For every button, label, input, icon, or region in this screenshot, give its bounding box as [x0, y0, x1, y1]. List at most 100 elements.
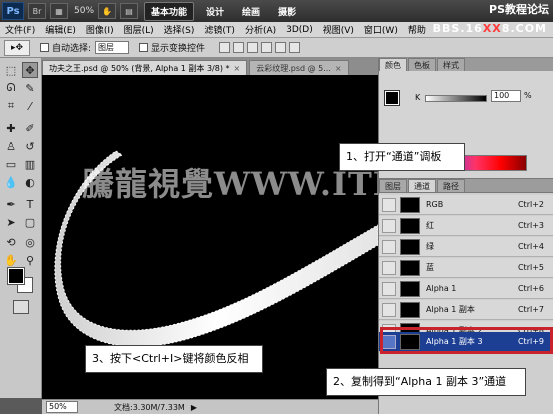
channel-row-blue[interactable]: 蓝 Ctrl+5	[379, 258, 553, 278]
visibility-toggle-icon[interactable]	[382, 281, 396, 296]
selected-channel-highlight	[380, 327, 553, 354]
bridge-icon[interactable]: Br	[28, 3, 46, 19]
doc-tab-inactive[interactable]: 云彩纹理.psd @ 5... ×	[249, 60, 349, 75]
visibility-toggle-icon[interactable]	[382, 239, 396, 254]
arrange-icon[interactable]: ▤	[120, 3, 139, 19]
eyedropper-tool-icon[interactable]: ⁄	[22, 98, 38, 114]
menu-analysis[interactable]: 分析(A)	[240, 23, 281, 36]
channel-thumbnail	[400, 280, 420, 297]
channel-row-alpha1[interactable]: Alpha 1 Ctrl+6	[379, 279, 553, 299]
quick-mask-icon[interactable]	[13, 300, 29, 314]
visibility-toggle-icon[interactable]	[382, 260, 396, 275]
align-left-icon[interactable]	[261, 42, 273, 53]
close-icon[interactable]: ×	[335, 64, 342, 73]
tools-panel: ⬚ ✥ ᘏ ✎ ⌗ ⁄ ✚ ✐ ♙ ↺ ▭ ▥ 💧 ◐ ✒ T ➤ ▢ ⟲ ◎ …	[0, 58, 42, 398]
tab-swatches[interactable]: 色板	[408, 58, 436, 71]
clone-stamp-tool-icon[interactable]: ♙	[3, 138, 19, 154]
menu-layer[interactable]: 图层(L)	[119, 23, 159, 36]
tab-styles[interactable]: 样式	[437, 58, 465, 71]
view-extras-icon[interactable]: ▦	[50, 3, 68, 19]
history-brush-tool-icon[interactable]: ↺	[22, 138, 38, 154]
blur-tool-icon[interactable]: 💧	[3, 174, 19, 190]
canvas-watermark: 騰龍視覺WWW.ITDST	[82, 165, 378, 203]
3d-orbit-tool-icon[interactable]: ◎	[22, 234, 38, 250]
channel-row-rgb[interactable]: RGB Ctrl+2	[379, 195, 553, 215]
show-transform-label: 显示变换控件	[151, 44, 206, 54]
status-menu-arrow-icon[interactable]: ▶	[191, 403, 197, 412]
tab-paths[interactable]: 路径	[437, 179, 465, 192]
show-transform-checkbox[interactable]	[139, 43, 149, 52]
menu-select[interactable]: 选择(S)	[159, 23, 200, 36]
channel-thumbnail	[400, 259, 420, 276]
zoom-tool-icon[interactable]: ⚲	[22, 252, 38, 268]
channel-thumbnail	[400, 217, 420, 234]
auto-select-checkbox[interactable]	[40, 43, 49, 52]
brush-tool-icon[interactable]: ✐	[22, 120, 38, 136]
visibility-toggle-icon[interactable]	[382, 218, 396, 233]
workspace-painting[interactable]: 绘画	[236, 3, 266, 20]
align-center-icon[interactable]	[275, 42, 287, 53]
doc-tab-label: 功夫之王.psd @ 50% (背景, Alpha 1 副本 3/8) *	[49, 64, 230, 73]
healing-brush-tool-icon[interactable]: ✚	[3, 120, 19, 136]
workspace-photography[interactable]: 摄影	[272, 3, 302, 20]
menu-window[interactable]: 窗口(W)	[359, 23, 403, 36]
close-icon[interactable]: ×	[234, 64, 241, 73]
workspace-design[interactable]: 设计	[200, 3, 230, 20]
align-right-icon[interactable]	[289, 42, 301, 53]
k-value-input[interactable]: 100	[491, 90, 521, 102]
menu-view[interactable]: 视图(V)	[318, 23, 359, 36]
document-info: 文档:3.30M/7.33M	[114, 402, 185, 412]
align-bottom-icon[interactable]	[247, 42, 259, 53]
doc-tab-active[interactable]: 功夫之王.psd @ 50% (背景, Alpha 1 副本 3/8) * ×	[42, 60, 248, 75]
shape-tool-icon[interactable]: ▢	[22, 214, 38, 230]
align-top-icon[interactable]	[219, 42, 231, 53]
marquee-tool-icon[interactable]: ⬚	[3, 62, 19, 78]
forum-watermark: PS教程论坛	[489, 3, 549, 16]
auto-select-dropdown[interactable]: 图层	[95, 41, 130, 54]
workspace-essentials[interactable]: 基本功能	[144, 1, 195, 21]
path-select-tool-icon[interactable]: ➤	[3, 214, 19, 230]
menu-3d[interactable]: 3D(D)	[281, 25, 318, 35]
zoom-level[interactable]: 50%	[74, 6, 94, 16]
channel-row-alpha1-copy[interactable]: Alpha 1 副本 Ctrl+7	[379, 300, 553, 320]
quick-select-tool-icon[interactable]: ✎	[22, 80, 38, 96]
channel-row-green[interactable]: 绿 Ctrl+4	[379, 237, 553, 257]
visibility-toggle-icon[interactable]	[382, 302, 396, 317]
eraser-tool-icon[interactable]: ▭	[3, 156, 19, 172]
tab-color[interactable]: 颜色	[379, 58, 407, 71]
hand-tool-icon[interactable]: ✋	[3, 252, 19, 268]
right-panels: 颜色 色板 样式 K 100 % 图层 通道 路径 RGB Ctrl+2 红 C…	[378, 58, 553, 414]
channel-row-red[interactable]: 红 Ctrl+3	[379, 216, 553, 236]
status-bar: 50% 文档:3.30M/7.33M ▶	[42, 399, 378, 414]
tab-channels[interactable]: 通道	[408, 179, 436, 192]
move-tool-icon[interactable]: ✥	[22, 62, 38, 78]
menu-file[interactable]: 文件(F)	[0, 23, 40, 36]
lasso-tool-icon[interactable]: ᘏ	[3, 80, 19, 96]
crop-tool-icon[interactable]: ⌗	[3, 98, 19, 114]
dodge-tool-icon[interactable]: ◐	[22, 174, 38, 190]
visibility-toggle-icon[interactable]	[382, 197, 396, 212]
k-slider[interactable]	[425, 95, 487, 102]
color-fg-swatch[interactable]	[384, 90, 400, 106]
menu-help[interactable]: 帮助	[403, 23, 431, 36]
title-bar: Ps Br ▦ 50% ✋ ▤ 基本功能 设计 绘画 摄影 PS教程论坛	[0, 0, 553, 22]
3d-rotate-tool-icon[interactable]: ⟲	[3, 234, 19, 250]
type-tool-icon[interactable]: T	[22, 196, 38, 212]
menu-filter[interactable]: 滤镜(T)	[199, 23, 240, 36]
channel-shortcut: Ctrl+5	[517, 263, 544, 272]
menu-image[interactable]: 图像(I)	[81, 23, 119, 36]
align-middle-icon[interactable]	[233, 42, 245, 53]
channel-thumbnail	[400, 238, 420, 255]
channel-shortcut: Ctrl+2	[517, 200, 544, 209]
k-percent-unit: %	[524, 91, 532, 100]
foreground-color-swatch[interactable]	[7, 267, 25, 285]
tool-preset-picker[interactable]: ▸✥	[4, 39, 30, 56]
menu-edit[interactable]: 编辑(E)	[40, 23, 81, 36]
tab-layers[interactable]: 图层	[379, 179, 407, 192]
hand-icon[interactable]: ✋	[98, 3, 117, 19]
pen-tool-icon[interactable]: ✒	[3, 196, 19, 212]
zoom-field[interactable]: 50%	[46, 401, 78, 413]
color-panel-tabs: 颜色 色板 样式	[379, 58, 553, 72]
gradient-tool-icon[interactable]: ▥	[22, 156, 38, 172]
doc-tab-label: 云彩纹理.psd @ 5...	[256, 64, 331, 73]
